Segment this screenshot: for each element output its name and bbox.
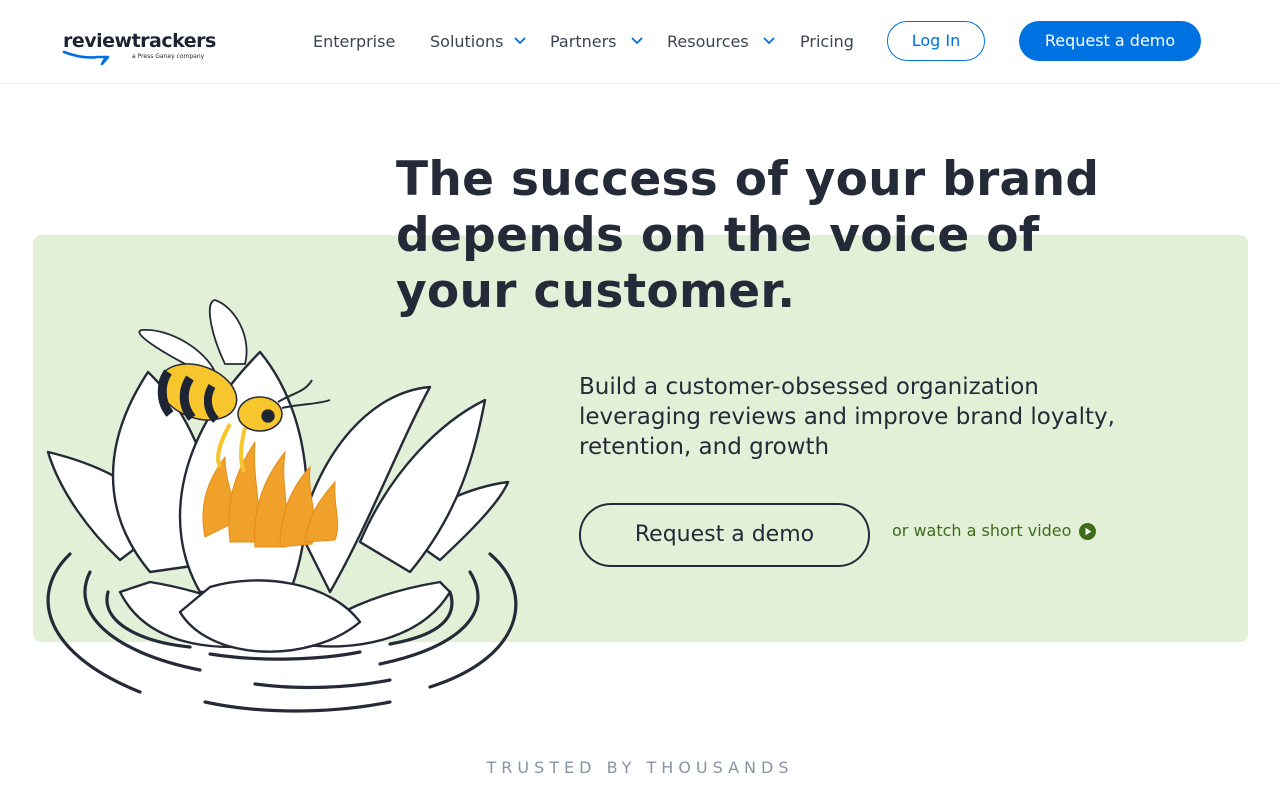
nav-solutions[interactable]: Solutions	[430, 30, 504, 54]
logo-tagline: a Press Ganey company	[132, 53, 205, 60]
hero-title: The success of your brand depends on the…	[396, 152, 1100, 319]
bee-on-lotus-illustration	[46, 299, 518, 713]
nav-enterprise[interactable]: Enterprise	[313, 30, 395, 54]
logo-swoosh-icon	[62, 50, 110, 66]
watch-video-label: or watch a short video	[892, 521, 1072, 540]
request-demo-button-header[interactable]: Request a demo	[1019, 21, 1201, 61]
login-button[interactable]: Log In	[887, 21, 985, 61]
chevron-down-icon[interactable]	[631, 37, 643, 45]
trusted-by-heading: TRUSTED BY THOUSANDS	[486, 758, 794, 777]
logo-wordmark: reviewtrackers	[63, 30, 216, 52]
hero-subtitle: Build a customer-obsessed organization l…	[579, 374, 1115, 460]
nav-pricing[interactable]: Pricing	[800, 30, 854, 54]
nav-partners[interactable]: Partners	[550, 30, 616, 54]
chevron-down-icon[interactable]	[763, 37, 775, 45]
watch-video-link[interactable]: or watch a short video	[892, 519, 1097, 543]
play-icon	[1079, 522, 1097, 540]
chevron-down-icon[interactable]	[514, 37, 526, 45]
request-demo-button-hero[interactable]: Request a demo	[579, 503, 870, 567]
reviewtrackers-logo[interactable]: reviewtrackers a Press Ganey company	[62, 30, 216, 70]
site-header: reviewtrackers a Press Ganey company Ent…	[0, 0, 1280, 84]
nav-resources[interactable]: Resources	[667, 30, 749, 54]
